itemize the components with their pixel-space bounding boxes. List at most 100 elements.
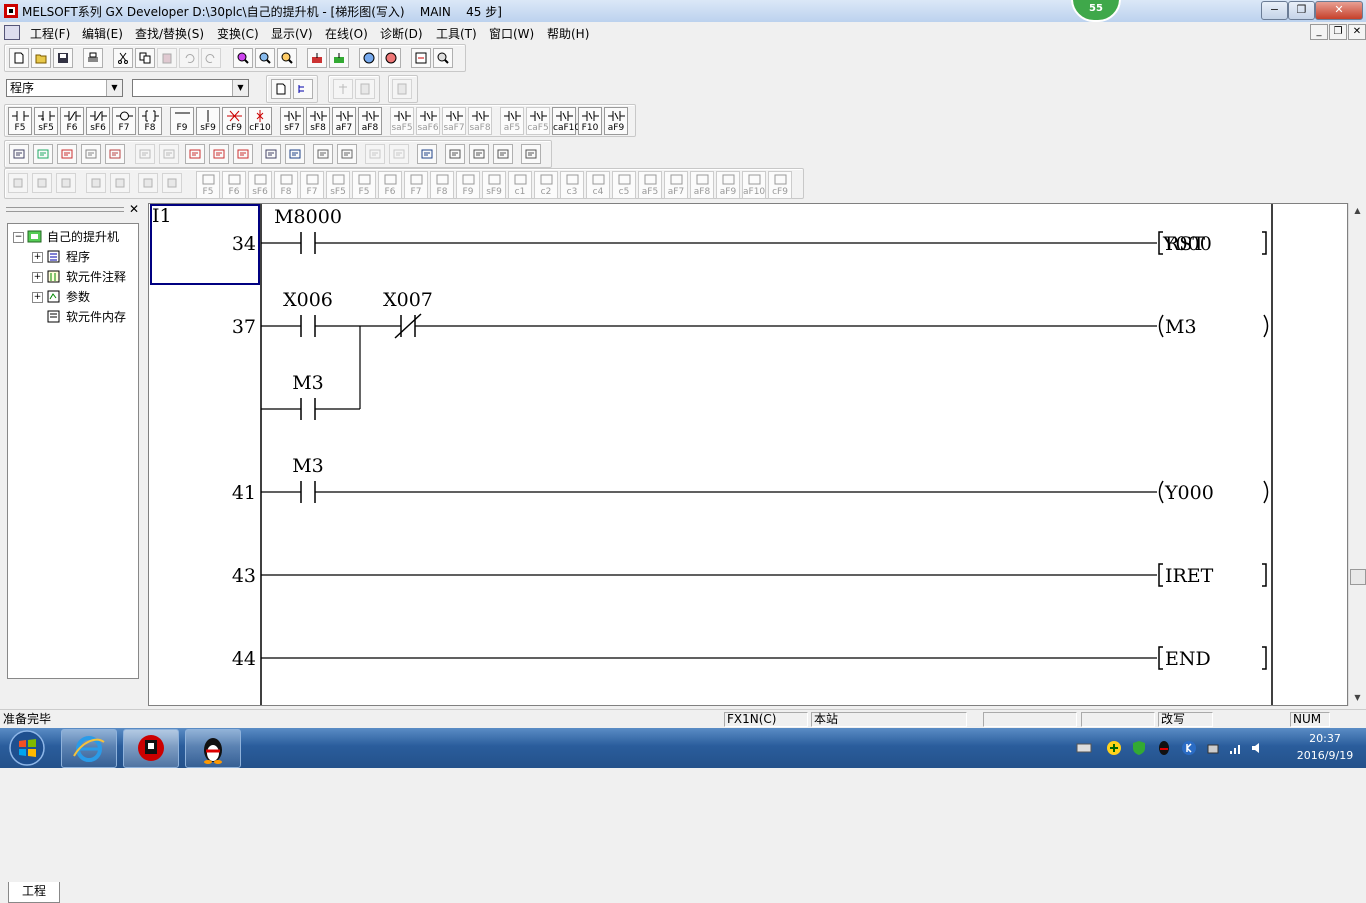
sfc-key-f7[interactable]: F7 [404,171,428,199]
program-select[interactable]: 程序 ▼ [6,79,123,97]
sfc-key-c1[interactable]: c1 [508,171,532,199]
ladder-key-sf9[interactable]: sF9 [196,107,220,135]
k-tray-icon[interactable] [1181,740,1197,756]
ladder-key-af8[interactable]: aF8 [358,107,382,135]
menu-find-replace[interactable]: 查找/替换(S) [135,25,204,42]
menu-diagnostics[interactable]: 诊断(D) [380,25,423,42]
sfc-key-sf6[interactable]: sF6 [248,171,272,199]
sfc-key-f8[interactable]: F8 [430,171,454,199]
keyboard-tray-icon[interactable] [1076,740,1092,756]
redo-icon[interactable] [201,48,221,68]
sfc-key-c5[interactable]: c5 [612,171,636,199]
taskbar-gx-developer-button[interactable] [123,729,179,768]
ladder-key-af7[interactable]: aF7 [332,107,356,135]
ladder-key-f6[interactable]: F6 [60,107,84,135]
plc-read-icon[interactable] [329,48,349,68]
save-icon[interactable] [53,48,73,68]
tab-project[interactable]: 工程 [8,882,60,903]
sfc-block-icon[interactable] [110,173,130,193]
ladder-key-f7[interactable]: F7 [112,107,136,135]
screen-icon[interactable] [521,144,541,164]
ladder-view-icon[interactable] [271,79,291,99]
ladder-key-sf8[interactable]: sF8 [306,107,330,135]
device-batch-icon[interactable] [9,144,29,164]
usb-tray-icon[interactable] [1205,740,1221,756]
delete-line-icon[interactable] [389,144,409,164]
register-icon[interactable] [261,144,281,164]
copy-icon[interactable] [135,48,155,68]
list-view-icon[interactable] [293,79,313,99]
alias-icon[interactable] [392,79,412,99]
ladder-key-f10[interactable]: F10 [578,107,602,135]
ladder-key-af5[interactable]: aF5 [500,107,524,135]
mdi-minimize-button[interactable]: _ [1310,24,1328,40]
cut-icon[interactable] [113,48,133,68]
panel-close-button[interactable]: ✕ [128,203,140,215]
comment-select[interactable]: ▼ [132,79,249,97]
menu-help[interactable]: 帮助(H) [547,25,589,42]
ladder-key-f9[interactable]: F9 [170,107,194,135]
menu-view[interactable]: 显示(V) [271,25,313,42]
ladder-key-sf5[interactable]: sF5 [34,107,58,135]
sfc-key-af10[interactable]: aF10 [742,171,766,199]
expand-icon[interactable]: + [32,272,43,283]
taskbar-qq-button[interactable] [185,729,241,768]
scroll-up-icon[interactable]: ▲ [1349,203,1366,219]
network-tray-icon[interactable] [1228,740,1244,756]
sfc-key-af9[interactable]: aF9 [716,171,740,199]
add-tray-icon[interactable] [1106,740,1122,756]
ladder-key-caf10[interactable]: caF10 [552,107,580,135]
clock[interactable]: 20:37 2016/9/19 [1290,730,1360,764]
close-button[interactable]: ✕ [1315,1,1363,20]
menu-project[interactable]: 工程(F) [30,25,70,42]
display-statement-icon[interactable] [209,144,229,164]
batch-monitor-icon[interactable] [433,48,453,68]
sfc-key-f5[interactable]: F5 [352,171,376,199]
find-step-icon[interactable] [277,48,297,68]
ladder-diagram[interactable]: I134M8000RSTY00037X006 X007M3M341M3Y00043… [149,204,1348,706]
sfc-key-c3[interactable]: c3 [560,171,584,199]
expand-icon[interactable]: + [32,292,43,303]
ladder-key-sf7[interactable]: sF7 [280,107,304,135]
vertical-scrollbar[interactable]: ▲ ▼ [1348,203,1366,706]
timing-chart-icon[interactable] [417,144,437,164]
monitor-write-icon[interactable] [381,48,401,68]
comment-icon[interactable] [333,79,353,99]
dot-icon[interactable] [445,144,465,164]
sfc-key-sf9[interactable]: sF9 [482,171,506,199]
sfc-s1-icon[interactable] [86,173,106,193]
taskbar-ie-button[interactable] [61,729,117,768]
scroll-down-icon[interactable]: ▼ [1349,690,1366,706]
statement-icon[interactable] [135,144,155,164]
ladder-key-cf10[interactable]: cF10 [248,107,272,135]
shield-tray-icon[interactable] [1131,740,1147,756]
sfc-key-f8[interactable]: F8 [274,171,298,199]
insert-line-icon[interactable] [365,144,385,164]
sfc-key-cf9[interactable]: cF9 [768,171,792,199]
sfc-key-f6[interactable]: F6 [222,171,246,199]
ladder-editor[interactable]: I1 34 M8000 RST Y000 37 X006 X007 M3 M3 41 M3 Y000 43… [148,203,1348,706]
find-instruction-icon[interactable] [255,48,275,68]
mdi-restore-button[interactable]: ❐ [1329,24,1347,40]
document-icon[interactable] [4,25,20,40]
sfc-key-af8[interactable]: aF8 [690,171,714,199]
ladder-key-sf6[interactable]: sF6 [86,107,110,135]
sfc-key-f9[interactable]: F9 [456,171,480,199]
ladder-check-icon[interactable] [57,144,77,164]
join-icon[interactable] [493,144,513,164]
menu-edit[interactable]: 编辑(E) [82,25,123,42]
plc-write-icon[interactable] [307,48,327,68]
sfc-key-f6[interactable]: F6 [378,171,402,199]
batch-convert-icon[interactable] [337,144,357,164]
windows-start-icon[interactable] [2,729,52,767]
ladder-key-caf5[interactable]: caF5 [526,107,550,135]
qq-tray-icon[interactable] [1156,740,1172,756]
notification-badge[interactable]: 55 [1071,0,1121,22]
sfc-key-af5[interactable]: aF5 [638,171,662,199]
expand-icon[interactable]: + [32,252,43,263]
sfc-jump-icon[interactable] [32,173,52,193]
split-icon[interactable] [469,144,489,164]
minimize-button[interactable]: − [1261,1,1288,20]
ladder-key-cf9[interactable]: cF9 [222,107,246,135]
panel-grip[interactable] [6,207,124,208]
